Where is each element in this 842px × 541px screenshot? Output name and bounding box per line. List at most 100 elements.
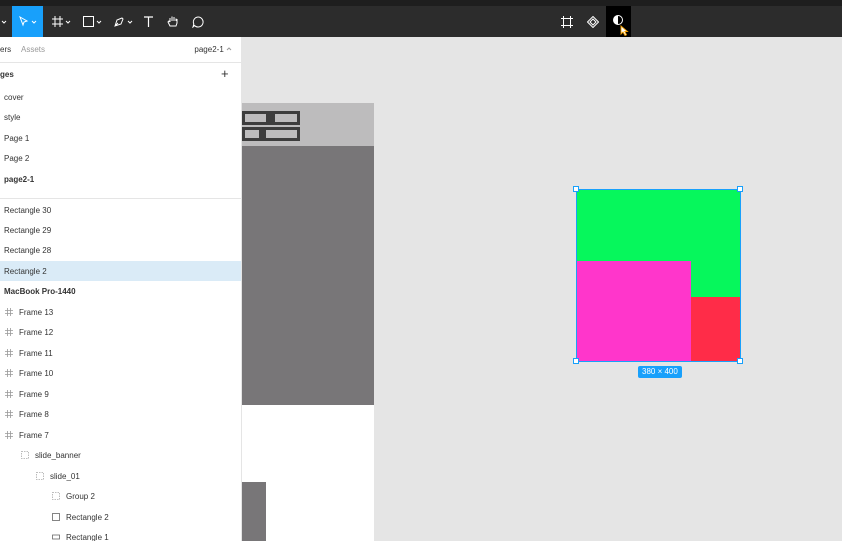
layer-item[interactable]: Rectangle 1: [0, 527, 241, 541]
frame-tool-button[interactable]: [48, 6, 74, 37]
layer-item[interactable]: MacBook Pro-1440: [0, 281, 241, 301]
nav-cell: [245, 114, 266, 122]
hand-tool-button[interactable]: [164, 6, 182, 37]
layer-item[interactable]: Frame 12: [0, 322, 241, 342]
rectangle-icon: [82, 16, 94, 27]
hand-icon: [167, 15, 179, 28]
frame-icon: [5, 431, 13, 439]
resize-handle-top-right[interactable]: [737, 186, 743, 192]
page-item[interactable]: Page 2: [0, 148, 241, 168]
layer-item[interactable]: Rectangle 30: [0, 200, 241, 220]
tab-assets[interactable]: Assets: [21, 45, 45, 54]
chevron-down-icon: [65, 19, 71, 25]
chevron-down-icon: [31, 19, 37, 25]
banner-image-placeholder[interactable]: [242, 146, 374, 405]
nav-cell: [275, 114, 297, 122]
tab-layers[interactable]: ers: [0, 45, 11, 54]
layer-item-label: Group 2: [66, 492, 95, 501]
layer-item[interactable]: Frame 13: [0, 302, 241, 322]
resize-handle-bottom-right[interactable]: [737, 358, 743, 364]
layer-item-label: Rectangle 30: [4, 206, 52, 215]
comment-tool-button[interactable]: [190, 6, 206, 37]
group-icon: [36, 472, 44, 480]
component-icon: [561, 15, 573, 28]
navigation-bar-shape: [242, 127, 300, 141]
layer-item-label: Frame 8: [19, 410, 49, 419]
page-selector-label: page2-1: [194, 45, 224, 54]
page-selector[interactable]: page2-1: [194, 45, 232, 54]
page-item-label: style: [4, 113, 21, 122]
layer-item-label: Frame 7: [19, 431, 49, 440]
rectangle-tool-button[interactable]: [79, 6, 105, 37]
layer-item[interactable]: slide_banner: [0, 445, 241, 465]
comment-icon: [192, 15, 204, 28]
instance-button[interactable]: [585, 6, 601, 37]
layer-item-label: Rectangle 28: [4, 246, 52, 255]
page-item-label: Page 1: [4, 134, 30, 143]
layer-item-label: Frame 10: [19, 369, 54, 378]
layer-item-label: Rectangle 2: [4, 267, 47, 276]
page-item-label: cover: [4, 93, 24, 102]
page-item[interactable]: Page 1: [0, 128, 241, 148]
nav-cell: [245, 130, 259, 138]
layer-item[interactable]: Frame 10: [0, 363, 241, 383]
layer-item[interactable]: Frame 8: [0, 404, 241, 424]
layer-item[interactable]: Rectangle 2: [0, 507, 241, 527]
layer-item-label: Rectangle 2: [66, 513, 109, 522]
group-icon: [21, 451, 29, 459]
frame-icon: [5, 390, 13, 398]
layer-item[interactable]: Rectangle 28: [0, 240, 241, 260]
add-page-icon[interactable]: +: [221, 67, 229, 80]
design-canvas[interactable]: 380 × 400: [242, 37, 842, 541]
navigation-bar-shape: [242, 111, 300, 125]
page-item-label: Page 2: [4, 154, 30, 163]
chevron-down-icon: [127, 19, 133, 25]
page-item[interactable]: style: [0, 107, 241, 127]
layer-item[interactable]: Group 2: [0, 486, 241, 506]
move-tool-button[interactable]: [12, 6, 43, 37]
nav-cell: [266, 130, 297, 138]
layer-item-label: Frame 13: [19, 308, 54, 317]
move-icon: [18, 16, 29, 27]
top-toolbar: [0, 0, 842, 37]
layer-item-label: slide_01: [50, 472, 80, 481]
macbook-pro-artboard[interactable]: [242, 103, 374, 541]
rectangle-icon: [52, 513, 60, 521]
create-component-button[interactable]: [559, 6, 575, 37]
frame-icon: [5, 349, 13, 357]
frame-icon: [5, 328, 13, 336]
pen-tool-button[interactable]: [110, 6, 136, 37]
layer-item[interactable]: Frame 7: [0, 425, 241, 445]
layer-item-label: Frame 9: [19, 390, 49, 399]
layer-item-label: Rectangle 1: [66, 533, 109, 541]
frame-icon: [5, 308, 13, 316]
text-tool-button[interactable]: [140, 6, 156, 37]
layer-item[interactable]: Frame 11: [0, 343, 241, 363]
rectangle-icon: [52, 533, 60, 541]
layers-panel: ers Assets page2-1 ges + cover style Page …: [0, 37, 242, 541]
resize-handle-top-left[interactable]: [573, 186, 579, 192]
layer-item[interactable]: slide_01: [0, 466, 241, 486]
layer-item-label: Frame 12: [19, 328, 54, 337]
main-menu-chevron-icon[interactable]: [0, 6, 8, 37]
instance-icon: [587, 15, 599, 28]
slide-image-placeholder[interactable]: [242, 482, 266, 541]
artboard-header-area: [242, 103, 374, 146]
layer-item-label: MacBook Pro-1440: [4, 287, 76, 296]
layer-item-label: Frame 11: [19, 349, 53, 358]
chevron-up-icon: [226, 45, 232, 54]
layer-item[interactable]: Rectangle 29: [0, 220, 241, 240]
panel-tabs: ers Assets page2-1: [0, 37, 241, 63]
page-item[interactable]: page2-1: [0, 169, 241, 189]
selection-outline: [576, 189, 741, 362]
text-icon: [143, 15, 154, 28]
pages-layers-divider: [0, 198, 241, 199]
layer-item[interactable]: Rectangle 2: [0, 261, 241, 281]
resize-handle-bottom-left[interactable]: [573, 358, 579, 364]
page-item[interactable]: cover: [0, 87, 241, 107]
page-item-label: page2-1: [4, 175, 35, 184]
frame-icon: [51, 16, 63, 27]
group-icon: [52, 492, 60, 500]
layer-item-label: Rectangle 29: [4, 226, 52, 235]
layer-item[interactable]: Frame 9: [0, 384, 241, 404]
